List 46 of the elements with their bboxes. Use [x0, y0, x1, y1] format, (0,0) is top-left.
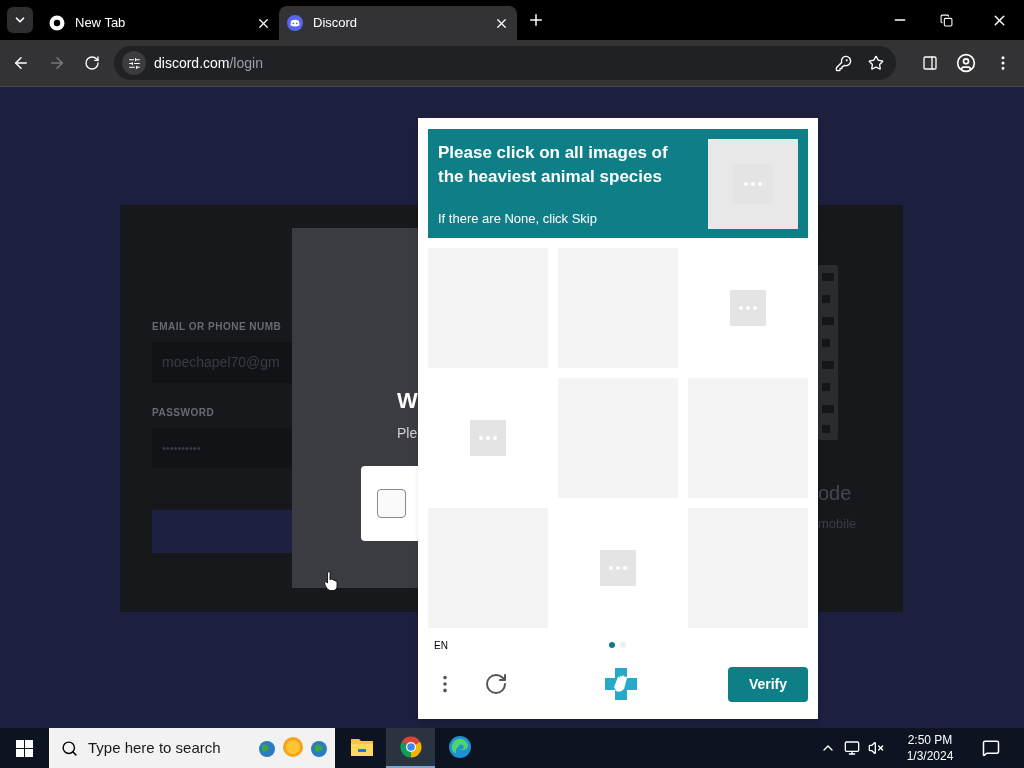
site-info-icon[interactable] [127, 56, 141, 70]
loading-icon [470, 420, 506, 456]
tab-search-button[interactable] [7, 7, 33, 33]
hand-cursor-icon [324, 571, 338, 591]
loading-icon [733, 164, 773, 204]
url-host: discord.com [154, 53, 230, 73]
tab-title: New Tab [75, 14, 127, 33]
folder-icon[interactable] [349, 737, 374, 757]
language-label[interactable]: EN [434, 637, 448, 653]
taskbar-app[interactable] [386, 728, 435, 768]
prompt-text: Please click on all images of the heaviest animal species [438, 142, 669, 188]
address-field[interactable]: discord.com/login [114, 46, 896, 80]
tab-title: Discord [313, 14, 359, 33]
notification-icon[interactable] [982, 739, 1000, 757]
discord-logo-icon [287, 15, 303, 31]
prompt-hint: If there are None, click Skip [438, 209, 598, 228]
loading-icon [600, 550, 636, 586]
refresh-icon[interactable] [484, 672, 508, 696]
side-panel-icon[interactable] [922, 55, 938, 71]
restore-icon[interactable] [940, 13, 953, 27]
url-path: /login [229, 53, 263, 73]
reload-icon[interactable] [84, 55, 100, 71]
volume-muted-icon[interactable] [868, 740, 884, 756]
verify-button[interactable]: Verify [728, 666, 808, 702]
modal-title: W [397, 387, 419, 415]
password-label: PASSWORD [152, 406, 216, 420]
captcha-checkbox[interactable] [377, 489, 406, 518]
chrome-icon [49, 15, 65, 31]
loading-icon [730, 290, 766, 326]
edge-icon[interactable] [447, 735, 472, 759]
profile-icon[interactable] [956, 53, 976, 73]
taskbar-search-field[interactable]: Type here to search [49, 728, 335, 768]
browser-tab[interactable]: New Tab [41, 6, 279, 40]
search-icon [61, 739, 78, 757]
new-tab-icon[interactable] [527, 11, 545, 29]
modal-text: Ple [397, 424, 419, 443]
email-label: EMAIL OR PHONE NUMB [152, 320, 283, 334]
star-icon[interactable] [868, 55, 884, 71]
network-icon[interactable] [844, 740, 860, 756]
back-icon[interactable] [12, 54, 30, 72]
windows-logo-icon[interactable] [16, 739, 33, 757]
hand-logo-icon [604, 667, 638, 701]
clock[interactable]: 2:50 PM 1/3/2024 [894, 732, 966, 764]
key-icon[interactable] [835, 54, 852, 72]
chrome-icon[interactable] [399, 736, 422, 758]
browser-tab[interactable]: Discord [279, 6, 517, 40]
